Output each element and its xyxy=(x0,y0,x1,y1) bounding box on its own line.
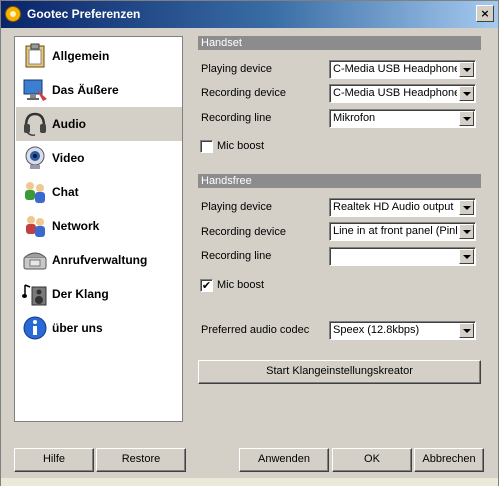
nav-label: Audio xyxy=(52,117,86,131)
handsfree-playing-select[interactable]: Realtek HD Audio output xyxy=(329,198,476,217)
select-value: C-Media USB Headphone xyxy=(333,63,457,75)
chevron-down-icon[interactable] xyxy=(459,62,474,77)
handsfree-line-label: Recording line xyxy=(201,250,272,262)
webcam-icon xyxy=(25,146,45,169)
phone-icon xyxy=(23,252,47,270)
nav-item-das-aeussere[interactable]: Das Äußere xyxy=(16,73,182,107)
handset-recording-select[interactable]: C-Media USB Headphone xyxy=(329,84,476,103)
handset-line-label: Recording line xyxy=(201,112,272,124)
app-logo-icon xyxy=(5,6,21,22)
chevron-down-icon[interactable] xyxy=(459,249,474,264)
handset-playing-label: Playing device xyxy=(201,63,272,75)
background-strip xyxy=(1,478,498,486)
nav-item-video[interactable]: Video xyxy=(16,141,182,175)
nav-item-audio[interactable]: Audio xyxy=(16,107,182,141)
checkmark-icon: ✔ xyxy=(201,279,212,292)
preferences-window: Gootec Preferenzen × Allgemein Das Äußer… xyxy=(0,0,499,486)
select-value: Line in at front panel (Pink) xyxy=(333,225,457,237)
speaker-music-icon xyxy=(22,284,47,306)
nav-label: Network xyxy=(52,219,100,233)
start-wizard-button[interactable]: Start Klangeinstellungskreator xyxy=(198,360,481,384)
select-value: Mikrofon xyxy=(333,112,376,124)
clipboard-icon xyxy=(25,43,45,68)
category-list: Allgemein Das Äußere Audio Video Chat Ne… xyxy=(14,36,183,422)
handsfree-line-select[interactable] xyxy=(329,247,476,266)
select-value: Realtek HD Audio output xyxy=(333,201,454,213)
handsfree-header: Handsfree xyxy=(198,174,481,188)
chevron-down-icon[interactable] xyxy=(459,323,474,338)
nav-label: Der Klang xyxy=(52,287,109,301)
chevron-down-icon[interactable] xyxy=(459,86,474,101)
nav-item-der-klang[interactable]: Der Klang xyxy=(16,277,182,311)
nav-label: Das Äußere xyxy=(52,83,119,97)
info-icon xyxy=(23,316,47,340)
handsfree-mic-boost-checkbox[interactable]: ✔ xyxy=(200,279,213,292)
handset-recording-label: Recording device xyxy=(201,87,286,99)
handset-playing-select[interactable]: C-Media USB Headphone xyxy=(329,60,476,79)
handsfree-recording-label: Recording device xyxy=(201,226,286,238)
headset-icon xyxy=(24,112,46,136)
nav-item-anrufverwaltung[interactable]: Anrufverwaltung xyxy=(16,243,182,277)
nav-label: Chat xyxy=(52,185,79,199)
handsfree-playing-label: Playing device xyxy=(201,201,272,213)
handset-mic-boost-checkbox[interactable] xyxy=(200,140,213,153)
nav-item-network[interactable]: Network xyxy=(16,209,182,243)
window-title: Gootec Preferenzen xyxy=(27,7,141,21)
select-value: Speex (12.8kbps) xyxy=(333,324,420,336)
cancel-button[interactable]: Abbrechen xyxy=(414,448,484,472)
nav-label: Allgemein xyxy=(52,49,110,63)
codec-select[interactable]: Speex (12.8kbps) xyxy=(329,321,476,340)
monitor-icon xyxy=(23,79,47,101)
apply-button[interactable]: Anwenden xyxy=(239,448,329,472)
nav-item-ueber-uns[interactable]: über uns xyxy=(16,311,182,345)
handset-line-select[interactable]: Mikrofon xyxy=(329,109,476,128)
chevron-down-icon[interactable] xyxy=(459,224,474,239)
handset-mic-boost-label: Mic boost xyxy=(217,140,265,152)
nav-label: über uns xyxy=(52,321,103,335)
close-button[interactable]: × xyxy=(476,5,494,22)
chevron-down-icon[interactable] xyxy=(459,111,474,126)
nav-label: Video xyxy=(52,151,85,165)
handsfree-recording-select[interactable]: Line in at front panel (Pink) xyxy=(329,222,476,241)
handsfree-mic-boost-label: Mic boost xyxy=(217,279,265,291)
ok-button[interactable]: OK xyxy=(332,448,412,472)
network-icon xyxy=(26,216,45,237)
select-value: C-Media USB Headphone xyxy=(333,87,457,99)
title-bar[interactable]: Gootec Preferenzen × xyxy=(1,1,498,28)
chevron-down-icon[interactable] xyxy=(459,200,474,215)
chat-users-icon xyxy=(25,182,45,203)
nav-item-allgemein[interactable]: Allgemein xyxy=(16,39,182,73)
restore-button[interactable]: Restore xyxy=(96,448,186,472)
help-button[interactable]: Hilfe xyxy=(14,448,94,472)
codec-label: Preferred audio codec xyxy=(201,324,310,336)
nav-label: Anrufverwaltung xyxy=(52,253,148,267)
handset-header: Handset xyxy=(198,36,481,50)
nav-item-chat[interactable]: Chat xyxy=(16,175,182,209)
